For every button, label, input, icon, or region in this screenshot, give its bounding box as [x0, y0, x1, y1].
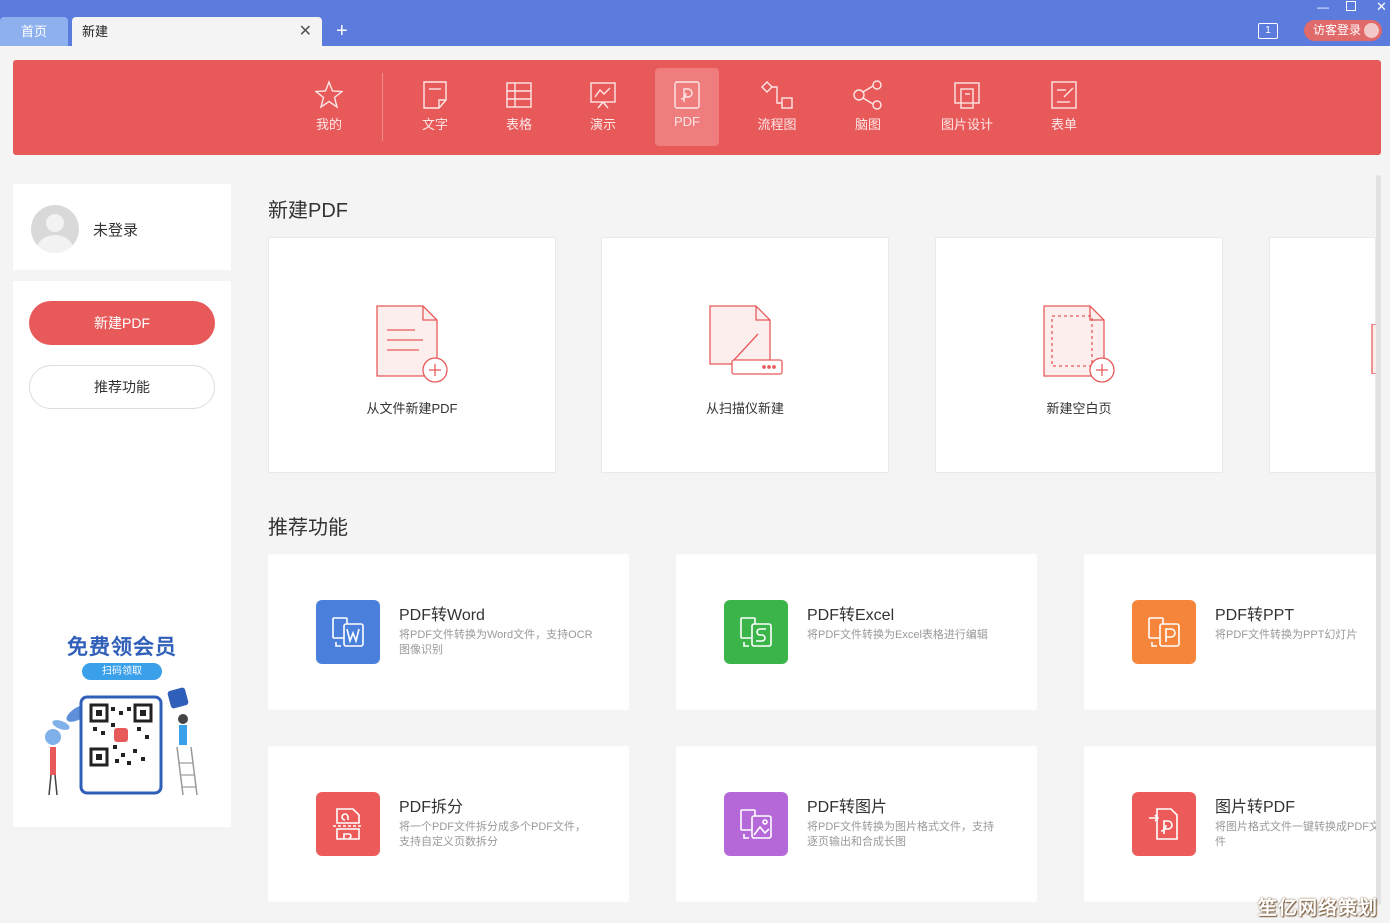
category-label: 脑图: [854, 117, 881, 132]
scanner-icon: [709, 305, 783, 375]
form-icon: [1051, 81, 1077, 109]
category-label: 表格: [505, 117, 532, 132]
tab-new-label: 新建: [82, 24, 109, 39]
title-bar: 首页 新建 ✕ + — ✕ 1 访客登录: [0, 0, 1390, 46]
category-label: 流程图: [757, 117, 797, 132]
category-text[interactable]: 文字: [403, 68, 467, 146]
feature-description: 将PDF文件转换为Word文件，支持OCR图像识别: [399, 629, 593, 656]
promo-qr-illustration[interactable]: [41, 683, 213, 801]
blank-page-add-icon: [1043, 305, 1115, 383]
pdf-to-image-icon: [724, 792, 788, 856]
avatar-body: [37, 235, 73, 253]
category-pdf[interactable]: PDF: [655, 68, 719, 146]
promo-title: 免费领会员: [67, 634, 177, 659]
category-divider: [382, 73, 383, 141]
feature-description: 将PDF文件转换为Excel表格进行编辑: [807, 629, 988, 641]
category-label: 演示: [589, 117, 616, 132]
add-tab-icon[interactable]: +: [336, 19, 348, 43]
tab-home[interactable]: 首页: [0, 17, 68, 46]
promo-scan-button[interactable]: 扫码领取: [82, 663, 162, 680]
vertical-scrollbar[interactable]: [1376, 175, 1381, 905]
new-from-scanner-card[interactable]: 从扫描仪新建: [601, 237, 889, 473]
pdf-to-word-card[interactable]: PDF转Word 将PDF文件转换为Word文件，支持OCR图像识别: [268, 554, 629, 710]
category-flowchart[interactable]: 流程图: [745, 68, 809, 146]
pdf-to-excel-icon: [724, 600, 788, 664]
close-window-icon[interactable]: ✕: [1376, 0, 1387, 14]
image-to-pdf-icon: [1132, 792, 1196, 856]
table-icon: [506, 82, 532, 108]
tab-new[interactable]: 新建 ✕: [72, 17, 322, 46]
feature-name: 图片转PDF: [1215, 799, 1296, 816]
window-count-badge[interactable]: 1: [1258, 23, 1278, 39]
feature-description: 将PDF文件转换为图片格式文件，支持逐页输出和合成长图: [807, 821, 994, 848]
category-mine[interactable]: 我的: [297, 68, 361, 146]
feature-name: PDF转Word: [399, 607, 485, 624]
category-image-design[interactable]: 图片设计: [933, 68, 1001, 146]
user-icon: [1364, 23, 1379, 38]
category-label: 我的: [315, 117, 342, 132]
watermark: 笙亿网络策划: [1258, 898, 1379, 919]
feature-name: PDF转Excel: [807, 607, 895, 624]
avatar-head: [46, 214, 64, 232]
pdf-split-icon: [316, 792, 380, 856]
image-design-icon: [954, 82, 980, 109]
new-from-scanner-label: 从扫描仪新建: [705, 401, 784, 416]
user-name[interactable]: 未登录: [93, 219, 138, 240]
avatar[interactable]: [31, 205, 79, 253]
presentation-icon: [590, 82, 616, 109]
document-icon: [423, 81, 447, 109]
file-add-icon: [376, 305, 448, 383]
feature-name: PDF转PPT: [1215, 607, 1295, 624]
maximize-icon[interactable]: [1346, 1, 1356, 11]
feature-description: 将一个PDF文件拆分成多个PDF文件，支持自定义页数拆分: [399, 821, 586, 848]
mindmap-icon: [853, 80, 882, 110]
category-label: 表单: [1050, 117, 1077, 132]
new-from-file-label: 从文件新建PDF: [366, 401, 458, 416]
new-from-file-card[interactable]: 从文件新建PDF: [268, 237, 556, 473]
pdf-to-ppt-icon: [1132, 600, 1196, 664]
user-card[interactable]: 未登录: [13, 184, 231, 270]
close-icon[interactable]: ✕: [299, 17, 312, 46]
guest-login-button[interactable]: 访客登录: [1304, 20, 1382, 41]
feature-name: PDF转图片: [807, 799, 888, 816]
image-to-pdf-card[interactable]: 图片转PDF 将图片格式文件一键转换成PDF文件: [1084, 746, 1380, 902]
feature-description: 将图片格式文件一键转换成PDF文件: [1215, 821, 1380, 848]
star-icon: [315, 80, 343, 109]
category-mindmap[interactable]: 脑图: [836, 68, 900, 146]
pdf-icon: [674, 81, 700, 109]
flowchart-icon: [761, 81, 793, 109]
pdf-to-excel-card[interactable]: PDF转Excel 将PDF文件转换为Excel表格进行编辑: [676, 554, 1037, 710]
pdf-split-card[interactable]: PDF拆分 将一个PDF文件拆分成多个PDF文件，支持自定义页数拆分: [268, 746, 629, 902]
category-label: 图片设计: [940, 117, 993, 132]
side-panel: 新建PDF 推荐功能 免费领会员 扫码领取: [13, 281, 231, 827]
new-pdf-button[interactable]: 新建PDF: [29, 301, 215, 345]
category-sheet[interactable]: 表格: [487, 68, 551, 146]
category-bar: 我的 文字 表格 演示 PDF 流程图 脑图 图片设计 表单: [13, 60, 1381, 155]
minimize-icon[interactable]: —: [1317, 0, 1329, 14]
recommended-button[interactable]: 推荐功能: [29, 365, 215, 409]
category-presentation[interactable]: 演示: [571, 68, 635, 146]
new-blank-page-label: 新建空白页: [1046, 401, 1112, 416]
guest-login-label: 访客登录: [1313, 23, 1362, 37]
new-blank-page-card[interactable]: 新建空白页: [935, 237, 1223, 473]
category-label: 文字: [421, 117, 448, 132]
category-label: PDF: [674, 114, 700, 129]
pdf-to-image-card[interactable]: PDF转图片 将PDF文件转换为图片格式文件，支持逐页输出和合成长图: [676, 746, 1037, 902]
feature-name: PDF拆分: [399, 799, 464, 816]
category-form[interactable]: 表单: [1032, 68, 1096, 146]
pdf-to-word-icon: [316, 600, 380, 664]
pdf-to-ppt-card[interactable]: PDF转PPT 将PDF文件转换为PPT幻灯片: [1084, 554, 1376, 710]
new-option-card-partial[interactable]: [1269, 237, 1380, 473]
new-pdf-section-title: 新建PDF: [268, 200, 348, 222]
recommended-section-title: 推荐功能: [268, 517, 348, 539]
feature-description: 将PDF文件转换为PPT幻灯片: [1215, 629, 1358, 641]
